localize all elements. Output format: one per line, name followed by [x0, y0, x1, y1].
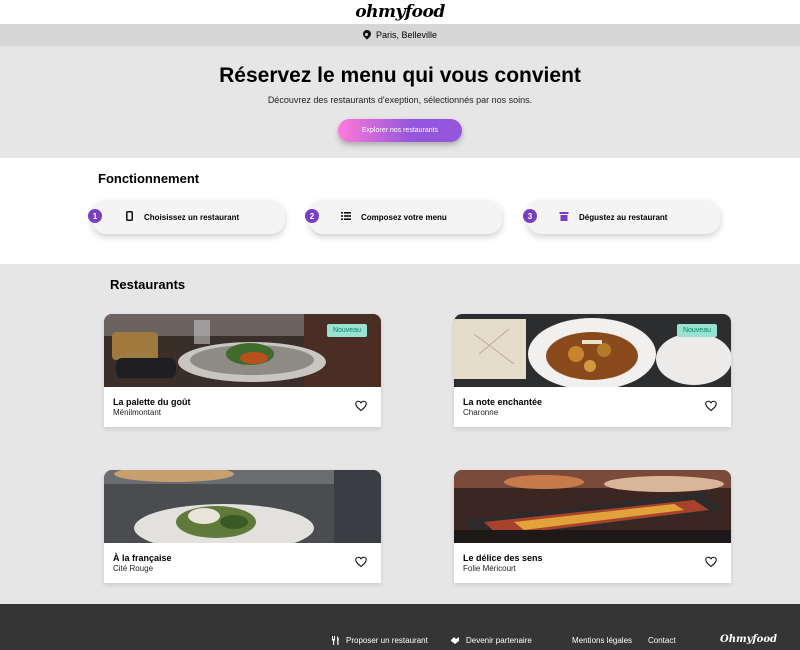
heart-icon[interactable] [705, 556, 717, 568]
map-pin-icon [363, 30, 371, 40]
step-label: Choisissez un restaurant [144, 212, 240, 222]
restaurant-location: Cité Rouge [113, 564, 154, 573]
step-card-3: 3 Dégustez au restaurant [523, 200, 720, 234]
propose-restaurant-link[interactable]: Proposer un restaurant [332, 636, 428, 645]
step-card-2: 2 Composez votre menu [305, 200, 502, 234]
hero-title: Réservez le menu qui vous convient [219, 64, 581, 87]
cutlery-icon [332, 636, 339, 645]
restaurant-photo: Nouveau [454, 314, 731, 387]
restaurant-name: La palette du goût [113, 397, 191, 407]
heart-icon[interactable] [705, 400, 717, 412]
fonctionnement-section: Fonctionnement 1 Choisissez un restauran… [0, 158, 800, 264]
restaurant-card[interactable]: À la française Cité Rouge [104, 470, 381, 583]
mobile-phone-icon [124, 211, 134, 223]
explore-restaurants-button[interactable]: Explorer nos restaurants [338, 119, 462, 142]
site-footer: Proposer un restaurant Devenir partenair… [0, 604, 800, 650]
step-card-1: 1 Choisissez un restaurant [88, 200, 285, 234]
step-number: 2 [305, 209, 319, 223]
restaurant-icon [559, 211, 569, 223]
restaurants-section: Restaurants Nouveau La palette du goût M… [0, 264, 800, 604]
restaurant-name: La note enchantée [463, 397, 543, 407]
restaurant-location: Folie Méricourt [463, 564, 516, 573]
restaurant-name: Le délice des sens [463, 553, 543, 563]
restaurant-photo [454, 470, 731, 543]
restaurant-card[interactable]: Le délice des sens Folie Méricourt [454, 470, 731, 583]
location-bar: Paris, Belleville [0, 24, 800, 46]
step-number: 3 [523, 209, 537, 223]
new-badge: Nouveau [326, 324, 367, 337]
restaurant-location: Ménilmontant [113, 408, 162, 417]
legal-notice-link[interactable]: Mentions légales [572, 636, 632, 645]
site-logo[interactable]: ohmyfood [355, 2, 445, 22]
contact-label: Contact [648, 636, 676, 645]
location-text: Paris, Belleville [375, 30, 438, 40]
step-number: 1 [88, 209, 102, 223]
handshake-icon [451, 637, 459, 644]
contact-link[interactable]: Contact [648, 636, 676, 645]
restaurant-card[interactable]: Nouveau La palette du goût Ménilmontant [104, 314, 381, 427]
restaurant-photo: Nouveau [104, 314, 381, 387]
restaurant-location: Charonne [463, 408, 499, 417]
restaurant-card[interactable]: Nouveau La note enchantée Charonne [454, 314, 731, 427]
heart-icon[interactable] [355, 556, 367, 568]
legal-notice-label: Mentions légales [572, 636, 633, 645]
hero-section: Réservez le menu qui vous convient Décou… [0, 46, 800, 158]
site-header: ohmyfood [0, 0, 800, 24]
become-partner-label: Devenir partenaire [466, 636, 532, 645]
fonctionnement-title: Fonctionnement [98, 171, 200, 186]
hero-subtitle: Découvrez des restaurants d'exeption, sé… [267, 95, 533, 105]
propose-restaurant-label: Proposer un restaurant [346, 636, 428, 645]
new-badge: Nouveau [676, 324, 717, 337]
step-label: Composez votre menu [361, 212, 447, 222]
step-label: Dégustez au restaurant [579, 212, 668, 222]
list-icon [341, 212, 351, 222]
footer-logo: Ohmyfood [720, 634, 778, 645]
restaurant-photo [104, 470, 381, 543]
heart-icon[interactable] [355, 400, 367, 412]
restaurant-name: À la française [113, 553, 172, 563]
restaurants-title: Restaurants [110, 277, 186, 292]
become-partner-link[interactable]: Devenir partenaire [450, 636, 532, 645]
